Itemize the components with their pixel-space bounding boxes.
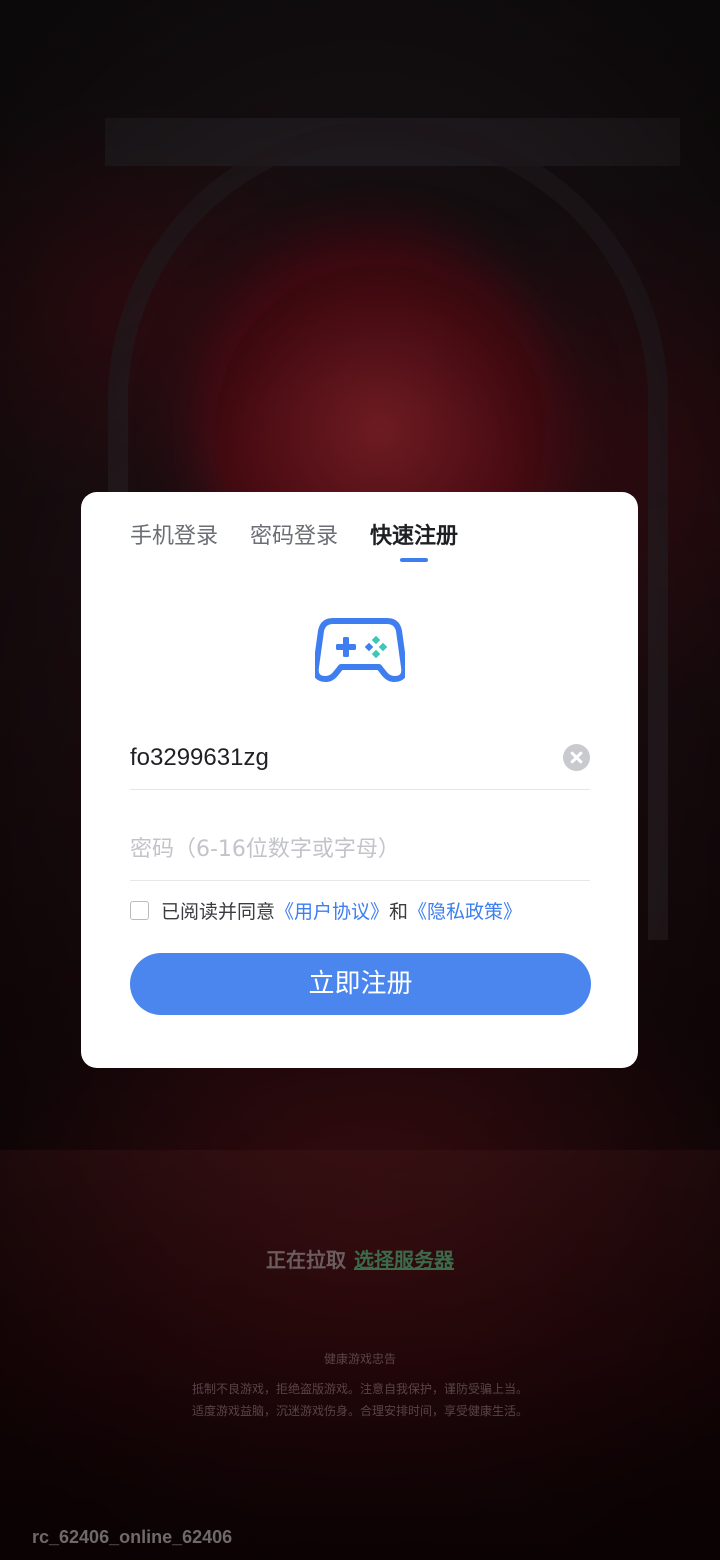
select-server-link[interactable]: 选择服务器 [354, 1248, 454, 1272]
tab-phone-login[interactable]: 手机登录 [130, 522, 218, 552]
server-status: 正在拉取 选择服务器 [0, 1244, 720, 1273]
user-agreement-link[interactable]: 《用户协议》 [275, 897, 389, 924]
health-notice-title: 健康游戏忠告 [323, 1352, 396, 1366]
agreement-text: 已阅读并同意 [161, 901, 276, 923]
password-input[interactable] [130, 818, 550, 880]
gamepad-icon [315, 618, 405, 682]
tab-quick-register[interactable]: 快速注册 [370, 522, 458, 552]
clear-icon[interactable] [563, 744, 590, 771]
agreement-and-text: 和 [389, 901, 409, 923]
version-label: rc_62406_online_62406 [32, 1527, 233, 1547]
account-field [130, 727, 590, 790]
password-field [130, 818, 590, 881]
health-notice-line-2: 适度游戏益脑，沉迷游戏伤身。合理安排时间，享受健康生活。 [191, 1404, 528, 1418]
privacy-policy-link[interactable]: 《隐私政策》 [408, 897, 522, 924]
register-button[interactable]: 立即注册 [130, 953, 591, 1015]
server-status-text: 正在拉取 [266, 1248, 346, 1272]
tab-password-login[interactable]: 密码登录 [250, 522, 338, 552]
register-dialog: 手机登录 密码登录 快速注册 已阅读并同意 《用户协议》 和 《隐私政策》 立即… [81, 492, 638, 1068]
login-tabs: 手机登录 密码登录 快速注册 [130, 522, 490, 552]
account-input[interactable] [130, 727, 550, 789]
agree-checkbox[interactable] [130, 901, 149, 920]
health-notice-line-1: 抵制不良游戏，拒绝盗版游戏。注意自我保护，谨防受骗上当。 [191, 1382, 528, 1396]
agreement-row: 已阅读并同意 《用户协议》 和 《隐私政策》 [130, 897, 522, 924]
